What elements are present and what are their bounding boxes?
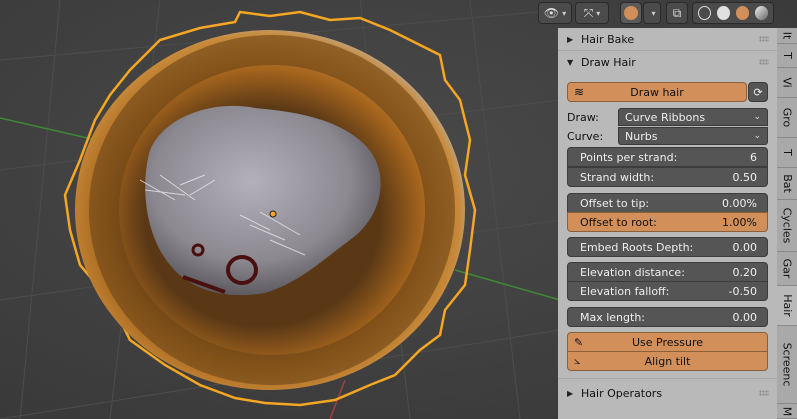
draw-type-dropdown[interactable]: Curve Ribbons ⌄: [618, 108, 768, 126]
draw-hair-button[interactable]: ≋ Draw hair: [567, 82, 747, 102]
visibility-dropdown[interactable]: 👁 ▾: [538, 2, 572, 24]
expand-arrow-icon: ▶: [567, 388, 574, 398]
solid-shading-icon[interactable]: [717, 6, 731, 20]
sidebar-panel: ▶ Hair Bake ▼ Draw Hair ≋ Draw hair ⟳ Dr…: [558, 28, 777, 419]
gizmo-arrows-icon: ⤧: [583, 5, 594, 20]
sidebar-tab-strip: It T Vi Gro T Bat Cycles Gar Hair Screen…: [777, 28, 797, 419]
strand-width-field[interactable]: Strand width: 0.50: [567, 167, 768, 187]
object-origin: [269, 210, 277, 218]
align-tilt-toggle[interactable]: ⦣ Align tilt: [567, 351, 768, 371]
elevation-falloff-field[interactable]: Elevation falloff: -0.50: [567, 281, 768, 301]
chevron-down-icon: ▾: [651, 8, 656, 18]
rendered-shading-icon[interactable]: [755, 6, 769, 20]
xray-square-icon: ⧉: [672, 5, 682, 20]
drag-grip-icon[interactable]: [759, 59, 769, 65]
max-length-field[interactable]: Max length: 0.00: [567, 307, 768, 327]
tab-hair[interactable]: Hair: [777, 286, 797, 326]
tab-m[interactable]: M: [777, 404, 797, 419]
tab-groom[interactable]: Gro: [777, 98, 797, 138]
material-preview-shading-icon[interactable]: [736, 6, 750, 20]
refresh-icon: ⟳: [753, 85, 763, 99]
shading-mode-group: [692, 2, 774, 24]
use-pressure-toggle[interactable]: ✎ Use Pressure: [567, 332, 768, 352]
curve-type-dropdown[interactable]: Nurbs ⌄: [618, 127, 768, 145]
hair-bake-panel-header[interactable]: ▶ Hair Bake: [558, 28, 777, 50]
tab-t[interactable]: T: [777, 138, 797, 168]
drag-grip-icon[interactable]: [759, 36, 769, 42]
chevron-down-icon: ⌄: [753, 112, 761, 122]
expand-arrow-icon: ▶: [567, 34, 574, 44]
hair-operators-panel-header[interactable]: ▶ Hair Operators: [558, 382, 777, 404]
tab-tool[interactable]: T: [777, 44, 797, 68]
draw-label: Draw:: [567, 110, 599, 124]
tab-gar[interactable]: Gar: [777, 252, 797, 286]
tab-cycles[interactable]: Cycles: [777, 200, 797, 252]
refresh-button[interactable]: ⟳: [748, 82, 768, 102]
gizmo-dropdown[interactable]: ⤧ ▾: [575, 2, 609, 24]
embed-roots-depth-field[interactable]: Embed Roots Depth: 0.00: [567, 237, 768, 257]
wireframe-shading-icon[interactable]: [698, 6, 712, 20]
tab-item[interactable]: It: [777, 28, 797, 44]
xray-toggle[interactable]: ⧉: [666, 2, 688, 24]
collapse-arrow-icon: ▼: [567, 57, 574, 67]
tilt-icon: ⦣: [574, 354, 581, 367]
points-per-strand-field[interactable]: Points per strand: 6: [567, 147, 768, 167]
tab-bat[interactable]: Bat: [777, 168, 797, 200]
offset-to-tip-field[interactable]: Offset to tip: 0.00%: [567, 193, 768, 213]
chevron-down-icon: ⌄: [753, 131, 761, 141]
pen-pressure-icon: ✎: [574, 335, 584, 349]
drag-grip-icon[interactable]: [759, 390, 769, 396]
overlay-spheres-icon: [624, 6, 638, 20]
overlays-toggle[interactable]: [620, 2, 642, 24]
eye-icon: 👁: [543, 6, 560, 20]
draw-hair-panel-header[interactable]: ▼ Draw Hair: [558, 51, 777, 73]
overlays-dropdown[interactable]: ▾: [643, 2, 661, 24]
tab-view[interactable]: Vi: [777, 68, 797, 98]
offset-to-root-field[interactable]: Offset to root: 1.00%: [567, 212, 768, 232]
elevation-distance-field[interactable]: Elevation distance: 0.20: [567, 262, 768, 282]
brush-stroke-icon: ≋: [574, 85, 585, 99]
tab-screencast[interactable]: Screenc: [777, 326, 797, 404]
curve-label: Curve:: [567, 129, 604, 143]
